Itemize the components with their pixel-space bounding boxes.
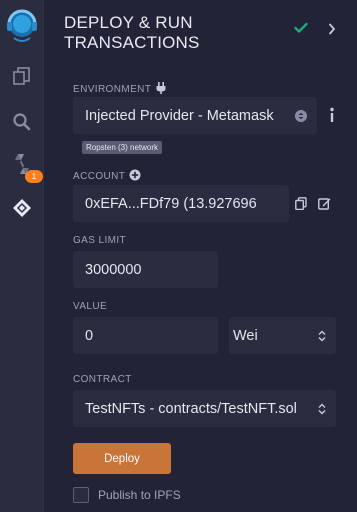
value-label: VALUE [73,301,108,312]
deploy-run-icon[interactable] [10,196,34,220]
environment-select[interactable]: Injected Provider - Metamask [73,97,317,134]
account-label-row: ACCOUNT [73,169,141,184]
value-amount: 0 [85,327,94,344]
contract-arrows-icon [318,403,326,415]
contract-value: TestNFTs - contracts/TestNFT.sol [85,400,297,417]
copy-icon[interactable] [295,197,307,210]
account-label: ACCOUNT [73,171,126,182]
chevron-right-icon[interactable] [328,22,336,40]
network-tooltip: Ropsten (3) network [82,141,163,154]
edit-icon[interactable] [318,197,331,210]
account-value: 0xEFA...FDf79 (13.927696 [85,195,257,212]
publish-ipfs-label[interactable]: Publish to IPFS [98,488,181,502]
check-icon [294,21,308,39]
deploy-run-panel: DEPLOY & RUN TRANSACTIONS ENVIRONMENT In… [45,0,357,512]
file-explorer-icon[interactable] [10,64,34,88]
value-input[interactable]: 0 [73,317,218,354]
compiler-badge: 1 [25,170,43,183]
unit-arrows-icon [318,330,326,342]
search-icon[interactable] [10,110,34,134]
value-unit-select[interactable]: Wei [229,317,336,354]
remix-logo[interactable] [4,6,40,46]
gas-limit-label: GAS LIMIT [73,235,127,246]
plug-icon [155,81,167,98]
value-unit: Wei [233,327,258,344]
gas-limit-value: 3000000 [85,261,142,278]
icon-sidebar: 1 [0,0,44,512]
contract-label: CONTRACT [73,374,132,385]
select-arrows-icon [295,109,307,122]
account-select[interactable]: 0xEFA...FDf79 (13.927696 [73,185,289,222]
environment-label-row: ENVIRONMENT [73,81,167,98]
contract-select[interactable]: TestNFTs - contracts/TestNFT.sol [73,390,336,427]
gas-limit-input[interactable]: 3000000 [73,251,218,288]
publish-ipfs-checkbox[interactable] [73,487,89,503]
panel-title: DEPLOY & RUN TRANSACTIONS [64,13,200,52]
environment-value: Injected Provider - Metamask [85,107,274,124]
info-icon[interactable] [328,107,336,123]
environment-label: ENVIRONMENT [73,84,152,95]
add-account-icon[interactable] [129,169,141,184]
deploy-button[interactable]: Deploy [73,443,171,474]
